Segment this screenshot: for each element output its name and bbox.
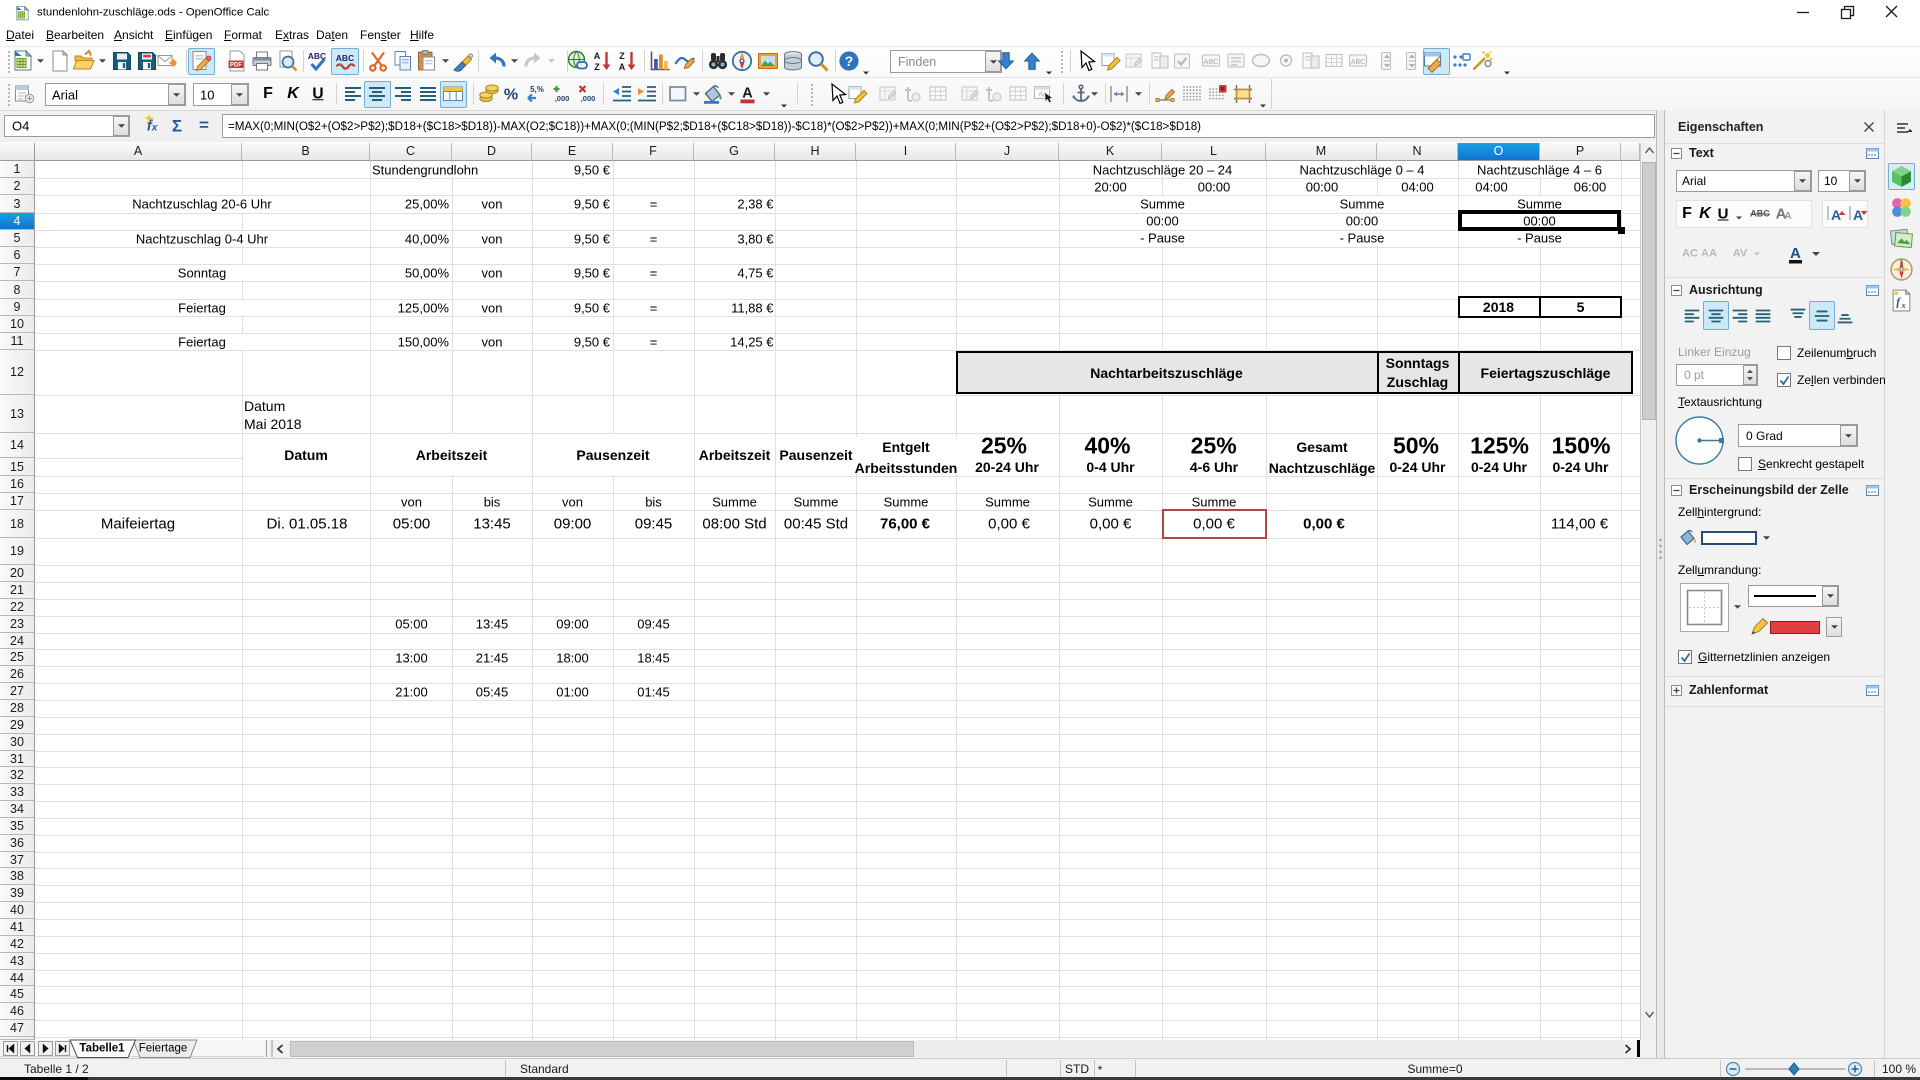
svg-text:,000: ,000 <box>581 94 596 103</box>
svg-text:ABC: ABC <box>1204 59 1218 66</box>
svg-text:PDF: PDF <box>230 63 242 69</box>
svg-text:N: N <box>1900 259 1904 265</box>
svg-text:?: ? <box>845 53 854 69</box>
svg-text:Z: Z <box>594 62 600 72</box>
svg-text:ABC: ABC <box>336 53 354 63</box>
svg-text:A: A <box>742 86 753 102</box>
svg-text:,000: ,000 <box>555 94 570 103</box>
svg-text:ABC: ABC <box>1351 59 1365 66</box>
svg-text:A: A <box>1790 245 1801 262</box>
svg-text:A: A <box>619 62 626 72</box>
svg-text:x: x <box>1901 301 1906 310</box>
svg-text:%: % <box>504 87 518 104</box>
svg-text:IV: IV <box>1039 92 1046 99</box>
svg-text:Z: Z <box>619 51 625 61</box>
svg-text:A: A <box>594 51 601 61</box>
svg-text:5,%: 5,% <box>530 85 544 94</box>
svg-text:A: A <box>1853 207 1863 223</box>
